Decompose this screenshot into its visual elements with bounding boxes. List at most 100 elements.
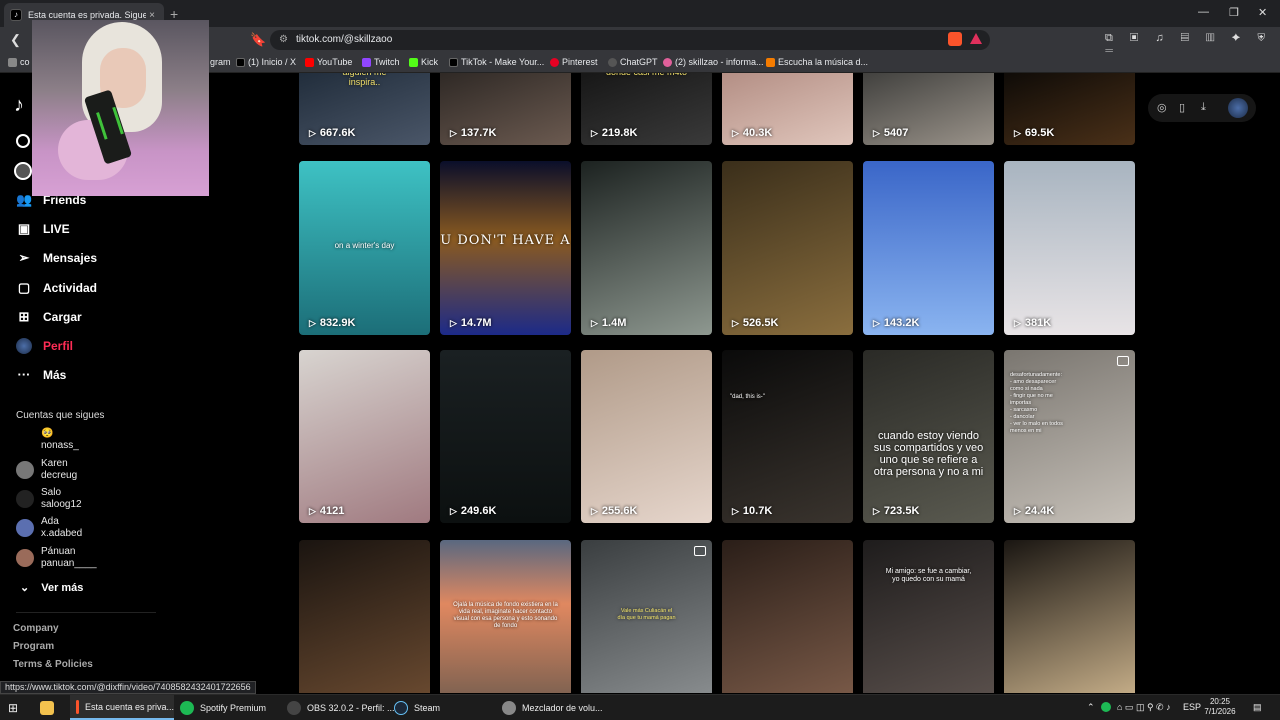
following-item[interactable]: Pánuan panuan____ [16, 546, 97, 570]
video-thumbnail[interactable]: U DON'T HAVE A ▷ 14.7M [440, 161, 571, 335]
avatar[interactable] [1228, 98, 1248, 118]
windows-icon: ⊞ [8, 700, 19, 715]
video-thumbnail[interactable] [1004, 540, 1135, 693]
bookmark-item[interactable]: Pinterest [550, 57, 598, 67]
following-item[interactable]: 🥺 nonass_ [16, 428, 79, 452]
divider [16, 612, 156, 613]
video-thumbnail[interactable]: Vale más Culiacán el día que tu mamá pag… [581, 540, 712, 693]
following-item[interactable]: Ada x.adabed [16, 516, 82, 540]
bookmark-item[interactable]: YouTube [305, 57, 352, 67]
video-thumbnail[interactable]: desafortunadamente: - amo desaparecer co… [1004, 350, 1135, 523]
tiktok-logo-icon[interactable]: ♪ [14, 94, 24, 117]
video-thumbnail[interactable]: "dad, this is-" ▷ 10.7K [722, 350, 853, 523]
tray-icons[interactable]: ⌂ ▭ ◫ ⚲ ✆ ♪ [1117, 702, 1171, 713]
see-more-button[interactable]: ⌄ Ver más [20, 581, 83, 594]
video-thumbnail[interactable]: ▷ 4121 [299, 350, 430, 523]
search-icon[interactable] [16, 134, 30, 148]
footer-link-terms[interactable]: Terms & Policies [13, 659, 93, 670]
compass-icon[interactable]: ◎ [1157, 101, 1167, 114]
play-icon: ▷ [1014, 505, 1021, 516]
taskbar-app[interactable]: Spotify Premium [180, 695, 266, 720]
more-icon: ··· [17, 367, 31, 382]
video-thumbnail[interactable]: ▷ 69.5K [1004, 73, 1135, 145]
view-count: ▷ 24.4K [1014, 505, 1054, 517]
view-count-value: 526.5K [742, 317, 779, 329]
for-you-avatar-icon[interactable] [14, 162, 32, 180]
video-thumbnail[interactable]: ▷ 381K [1004, 161, 1135, 335]
bookmark-item[interactable]: Twitch [362, 57, 400, 67]
nav-live[interactable]: ▣ LIVE [16, 221, 70, 237]
taskbar-app[interactable]: OBS 32.0.2 - Perfil: ... [287, 695, 395, 720]
following-emoji-icon: 🥺 [41, 428, 54, 439]
video-thumbnail[interactable]: alguien me inspira.. ▷667.6K [299, 73, 430, 145]
bookmark-item[interactable]: Kick [409, 57, 438, 67]
video-thumbnail[interactable]: cuando estoy viendo sus compartidos y ve… [863, 350, 994, 523]
video-thumbnail[interactable]: ▷ 1.4M [581, 161, 712, 335]
taskbar-app[interactable]: Mezclador de volu... [502, 695, 603, 720]
restore-icon[interactable]: ❐ [1229, 6, 1239, 19]
device-icon[interactable]: ▯ [1179, 101, 1185, 114]
view-count-value: 24.4K [1024, 505, 1055, 517]
bookmark-item[interactable]: co [8, 57, 30, 67]
nav-upload[interactable]: ⊞ Cargar [16, 309, 82, 325]
video-thumbnail[interactable]: donde casi me m4to ▷219.8K [581, 73, 712, 145]
view-count-value: 10.7K [742, 505, 773, 517]
video-thumbnail[interactable]: ▷ 137.7K [440, 73, 571, 145]
notifications-icon[interactable]: ▤ [1253, 702, 1262, 713]
site-info-icon[interactable]: ⚙ [279, 30, 288, 50]
nav-activity[interactable]: ▢ Actividad [16, 280, 97, 296]
spotify-tray-icon[interactable] [1101, 702, 1111, 712]
video-thumbnail[interactable]: ▷ 249.6K [440, 350, 571, 523]
footer-link-program[interactable]: Program [13, 641, 54, 652]
video-thumbnail[interactable]: Ojalá la música de fondo existiera en la… [440, 540, 571, 693]
file-explorer-button[interactable] [40, 695, 60, 720]
nav-profile[interactable]: Perfil [16, 338, 73, 354]
language-indicator[interactable]: ESP [1183, 702, 1201, 712]
video-thumbnail[interactable]: ▷ 255.6K [581, 350, 712, 523]
brave-rewards-icon[interactable] [970, 33, 982, 44]
video-thumbnail[interactable] [299, 540, 430, 693]
back-icon[interactable]: ❮ [10, 32, 21, 48]
taskbar-app[interactable]: Steam [394, 695, 440, 720]
clock[interactable]: 20:25 7/1/2026 [1200, 697, 1240, 717]
footer-link-company[interactable]: Company [13, 623, 59, 634]
video-thumbnail[interactable]: ▷ 40.3K [722, 73, 853, 145]
bookmark-item[interactable]: ChatGPT [608, 57, 658, 67]
windows-taskbar: ⊞ Esta cuenta es priva... Spotify Premiu… [0, 694, 1280, 720]
bookmark-item[interactable]: TikTok - Make Your... [449, 57, 544, 67]
avatar [16, 549, 34, 567]
bookmark-item[interactable]: Escucha la música d... [766, 57, 868, 67]
brave-icon [76, 699, 79, 714]
bookmark-item[interactable]: (2) skillzao - informa... [663, 57, 764, 67]
obs-icon [287, 700, 301, 715]
video-caption: donde casi me m4to [581, 73, 712, 77]
bookmark-icon[interactable]: 🔖 [250, 32, 266, 48]
following-item[interactable]: Karen decreug [16, 458, 77, 482]
taskbar-app[interactable]: Esta cuenta es priva... [70, 695, 174, 720]
video-thumbnail[interactable]: ▷ 526.5K [722, 161, 853, 335]
following-title: Cuentas que sigues [16, 410, 105, 421]
nav-more[interactable]: ··· Más [16, 367, 67, 383]
status-url: https://www.tiktok.com/@dixffin/video/74… [0, 681, 256, 694]
video-caption: Mi amigo: se fue a cambiar, yo quedo con… [885, 568, 972, 583]
minimize-icon[interactable]: — [1198, 6, 1209, 18]
avatar [16, 519, 34, 537]
window-close-icon[interactable]: ✕ [1258, 6, 1267, 19]
video-thumbnail[interactable]: on a winter's day ▷ 832.9K [299, 161, 430, 335]
following-item[interactable]: Salo saloog12 [16, 487, 82, 511]
video-thumbnail[interactable]: Mi amigo: se fue a cambiar, yo quedo con… [863, 540, 994, 693]
video-thumbnail[interactable]: ▷ 5407 [863, 73, 994, 145]
brave-shield-icon[interactable] [948, 32, 962, 46]
video-thumbnail[interactable]: ▷ 143.2K [863, 161, 994, 335]
close-tab-icon[interactable]: × [146, 10, 158, 21]
bookmark-item[interactable]: (1) Inicio / X [236, 57, 296, 67]
start-button[interactable]: ⊞ [8, 695, 18, 720]
nav-messages[interactable]: ➢ Mensajes [16, 250, 97, 266]
video-thumbnail[interactable] [722, 540, 853, 693]
bookmark-item[interactable]: gram [210, 57, 231, 67]
play-icon: ▷ [591, 505, 598, 516]
download-icon[interactable]: ⤓ [1201, 101, 1206, 114]
tray-chevron-icon[interactable]: ⌃ [1087, 702, 1095, 713]
twitch-icon [362, 57, 371, 67]
address-bar[interactable]: ⚙ tiktok.com/@skillzaoo [270, 30, 990, 50]
